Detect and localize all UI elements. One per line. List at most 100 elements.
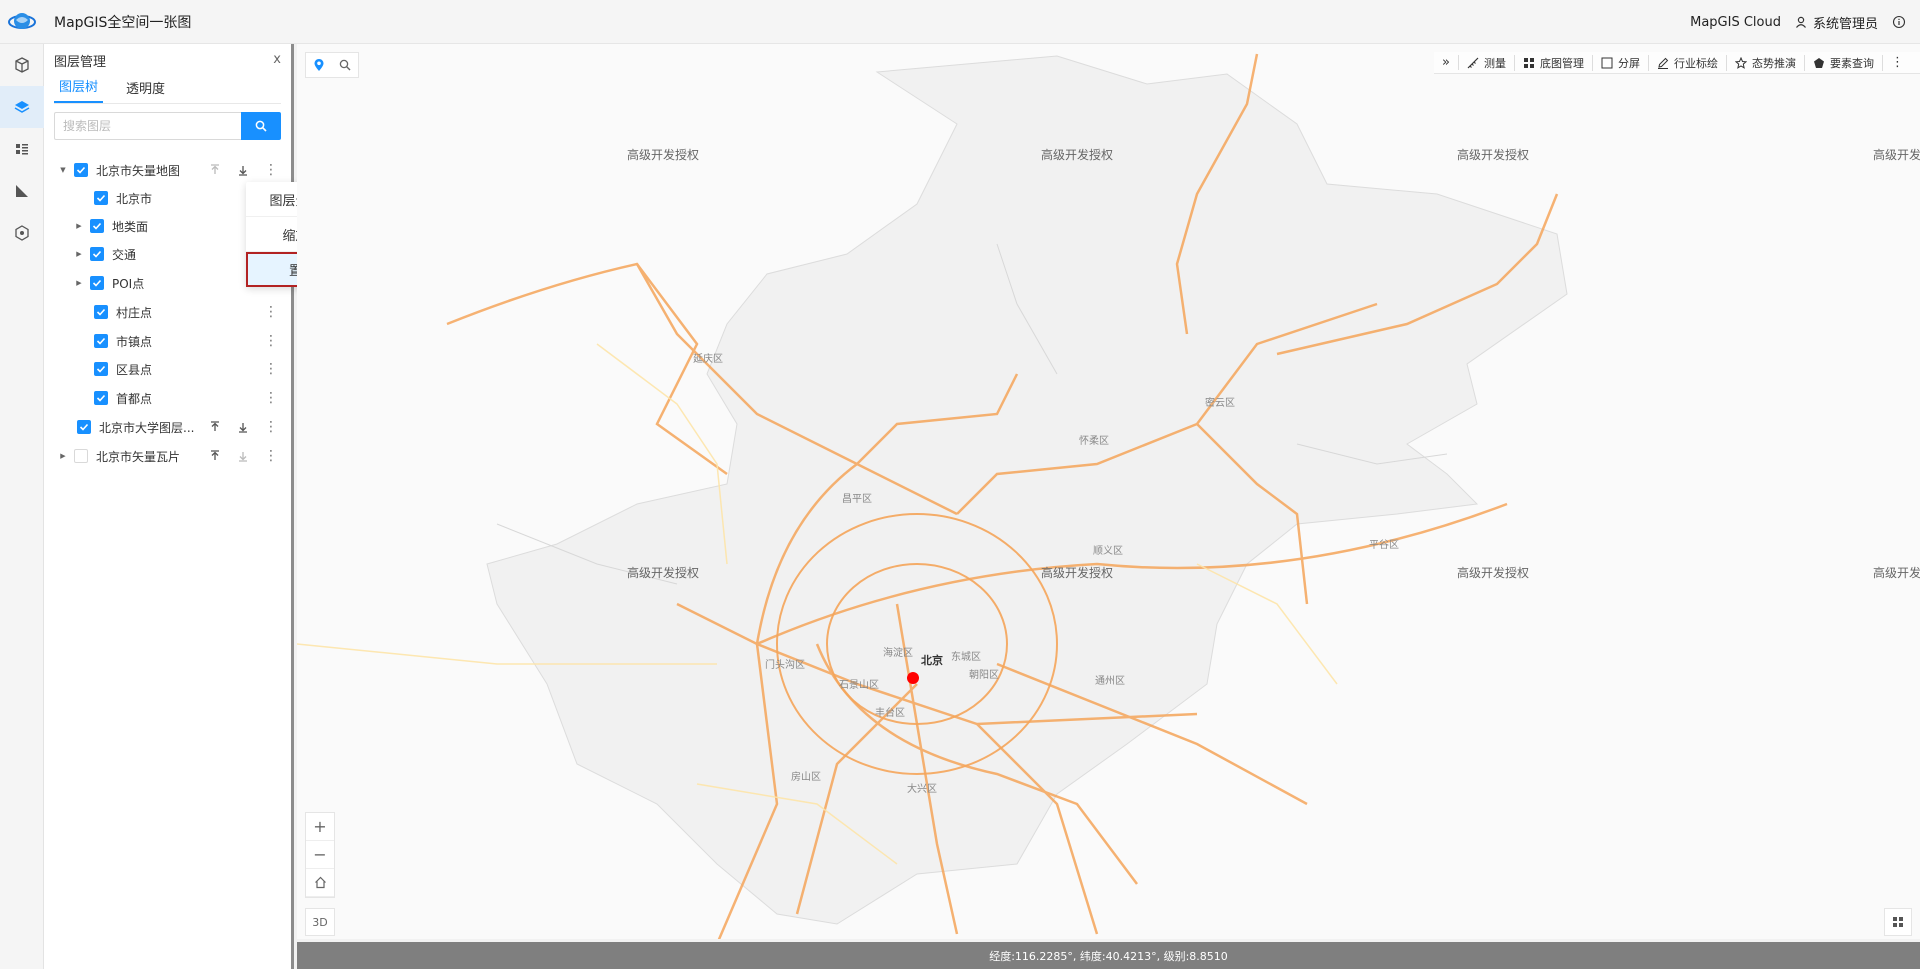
more-options-icon[interactable]: ⋮ — [262, 161, 280, 179]
location-pin-icon — [314, 59, 324, 71]
tree-row[interactable]: 区县点 ⋮ — [44, 357, 294, 381]
user-menu[interactable]: 系统管理员 — [1795, 13, 1878, 32]
search-icon — [339, 59, 351, 71]
move-down-icon[interactable] — [234, 447, 252, 465]
map-search-button[interactable] — [332, 53, 358, 77]
more-options-icon[interactable]: ⋮ — [262, 418, 280, 436]
toolbar-basemap[interactable]: 底图管理 — [1515, 54, 1593, 71]
more-options-icon[interactable]: ⋮ — [262, 447, 280, 465]
layer-label: 市镇点 — [116, 334, 153, 349]
collapsed-arrow-icon[interactable]: ▶ — [74, 278, 84, 288]
row-actions: ⋮ — [252, 389, 280, 407]
user-name: 系统管理员 — [1812, 16, 1878, 32]
zoom-out-button[interactable]: − — [306, 841, 334, 869]
more-options-icon[interactable]: ⋮ — [262, 389, 280, 407]
analysis-icon — [16, 185, 28, 197]
expanded-arrow-icon[interactable]: ▼ — [58, 165, 68, 175]
layer-checkbox[interactable] — [94, 334, 108, 348]
map-view[interactable]: 高级开发授权 高级开发授权 高级开发授权 高级开发授权 高级开发授权 高级开发授… — [297, 44, 1920, 939]
ruler-icon — [1467, 57, 1479, 68]
info-icon[interactable] — [1892, 15, 1906, 29]
move-down-icon[interactable] — [234, 161, 252, 179]
home-button[interactable] — [306, 869, 334, 897]
search-button[interactable] — [241, 112, 281, 140]
layer-checkbox[interactable] — [74, 449, 88, 463]
collapsed-arrow-icon[interactable]: ▶ — [58, 451, 68, 461]
app-title: MapGIS全空间一张图 — [54, 14, 192, 31]
nav-layers[interactable] — [0, 86, 44, 128]
layer-label: 北京市矢量瓦片 — [96, 449, 181, 464]
watermark: 高级开发授权 — [1041, 148, 1114, 162]
toolbar-query[interactable]: 要素查询 — [1805, 54, 1883, 71]
panel-tabs: 图层树 透明度 — [54, 76, 281, 104]
toolbar-collapse[interactable]: » — [1434, 55, 1459, 70]
tree-row[interactable]: ▼ 北京市矢量地图 ⋮ — [44, 158, 294, 182]
tab-layer-tree[interactable]: 图层树 — [54, 76, 104, 103]
collapsed-arrow-icon[interactable]: ▶ — [74, 221, 84, 231]
legend-button[interactable] — [1884, 908, 1912, 936]
nav-cube[interactable] — [0, 44, 44, 86]
top-right-area: MapGIS Cloud 系统管理员 — [1690, 0, 1920, 44]
globe-logo-icon[interactable] — [8, 8, 36, 36]
toolbar-split-label: 分屏 — [1618, 56, 1640, 70]
map-toolbar: » 测量 底图管理 分屏 行业标绘 态势推演 要素查询 ⋮ — [1434, 52, 1920, 74]
layer-search-input[interactable] — [54, 112, 241, 140]
location-button[interactable] — [306, 53, 332, 77]
cloud-label[interactable]: MapGIS Cloud — [1690, 15, 1781, 30]
tree-row[interactable]: ▶ 北京市矢量瓦片 ⋮ — [44, 444, 294, 468]
left-nav — [0, 44, 44, 969]
zoom-in-button[interactable]: + — [306, 813, 334, 841]
layer-checkbox[interactable] — [94, 391, 108, 405]
panel-close-button[interactable]: x — [273, 52, 281, 67]
catalog-icon — [16, 144, 28, 155]
collapsed-arrow-icon[interactable]: ▶ — [74, 249, 84, 259]
nav-analysis[interactable] — [0, 170, 44, 212]
tree-row[interactable]: 北京市大学图层... ⋮ — [44, 415, 294, 439]
layer-checkbox[interactable] — [74, 163, 88, 177]
layers-icon — [14, 101, 30, 113]
move-up-icon[interactable] — [206, 447, 224, 465]
watermark: 高级开发授权 — [627, 566, 700, 580]
layer-checkbox[interactable] — [94, 362, 108, 376]
layer-checkbox[interactable] — [94, 305, 108, 319]
row-actions: ⋮ — [252, 360, 280, 378]
toolbar-split[interactable]: 分屏 — [1593, 54, 1649, 71]
tab-opacity[interactable]: 透明度 — [121, 78, 170, 103]
more-options-icon[interactable]: ⋮ — [262, 303, 280, 321]
tree-row[interactable]: 首都点 ⋮ — [44, 386, 294, 410]
toolbar-more[interactable]: ⋮ — [1883, 55, 1912, 70]
legend-icon — [1893, 917, 1903, 927]
toolbar-query-label: 要素查询 — [1830, 56, 1874, 70]
layer-checkbox[interactable] — [94, 191, 108, 205]
move-down-icon[interactable] — [234, 418, 252, 436]
more-options-icon[interactable]: ⋮ — [262, 360, 280, 378]
layer-label: 北京市矢量地图 — [96, 163, 181, 178]
location-tools — [305, 52, 359, 78]
toolbar-plot-label: 行业标绘 — [1674, 56, 1718, 70]
star-icon — [1735, 56, 1747, 69]
district-label: 朝阳区 — [969, 670, 999, 681]
move-up-icon[interactable] — [206, 161, 224, 179]
district-label: 密云区 — [1205, 398, 1235, 409]
layer-checkbox[interactable] — [90, 247, 104, 261]
layer-checkbox[interactable] — [90, 276, 104, 290]
toolbar-plot[interactable]: 行业标绘 — [1649, 54, 1727, 71]
move-up-icon[interactable] — [206, 418, 224, 436]
district-label: 房山区 — [791, 772, 821, 783]
coordinate-status-bar: 经度:116.2285°, 纬度:40.4213°, 级别:8.8510 — [297, 942, 1920, 969]
tree-row[interactable]: 市镇点 ⋮ — [44, 329, 294, 353]
toolbar-measure[interactable]: 测量 — [1459, 54, 1515, 71]
district-label: 延庆区 — [693, 354, 723, 365]
layer-checkbox[interactable] — [77, 420, 91, 434]
toolbar-situation[interactable]: 态势推演 — [1727, 54, 1805, 71]
watermark: 高级开发授权 — [627, 148, 700, 162]
nav-tools[interactable] — [0, 212, 44, 254]
layer-checkbox[interactable] — [90, 219, 104, 233]
row-actions: ⋮ — [196, 447, 280, 465]
grid-icon — [1524, 57, 1534, 68]
toggle-3d-button[interactable]: 3D — [305, 908, 335, 936]
tree-row[interactable]: 村庄点 ⋮ — [44, 300, 294, 324]
more-options-icon[interactable]: ⋮ — [262, 332, 280, 350]
nav-catalog[interactable] — [0, 128, 44, 170]
collapse-label: » — [1442, 55, 1450, 70]
